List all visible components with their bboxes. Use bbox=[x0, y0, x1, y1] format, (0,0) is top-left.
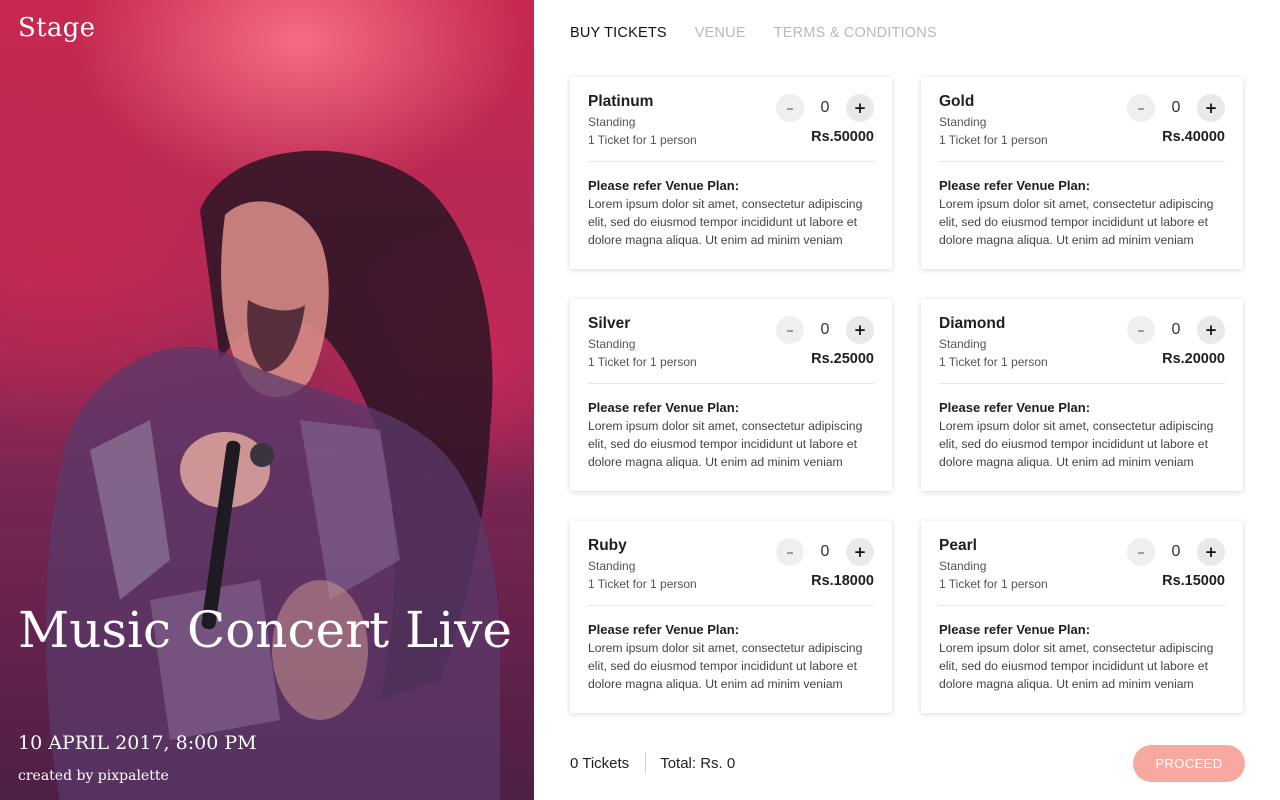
decrement-button[interactable]: – bbox=[776, 94, 804, 122]
ticket-name: Ruby bbox=[588, 537, 627, 554]
ticket-type: Standing bbox=[939, 115, 987, 129]
ticket-card-diamond: Diamond Standing 1 Ticket for 1 person –… bbox=[921, 299, 1243, 491]
increment-button[interactable]: + bbox=[846, 316, 874, 344]
ticket-price: Rs.50000 bbox=[811, 129, 874, 145]
summary-divider bbox=[645, 752, 647, 774]
description-heading: Please refer Venue Plan: bbox=[939, 178, 1091, 193]
description-heading: Please refer Venue Plan: bbox=[588, 400, 740, 415]
ticket-price: Rs.18000 bbox=[811, 573, 874, 589]
description-heading: Please refer Venue Plan: bbox=[588, 622, 740, 637]
ticket-note: 1 Ticket for 1 person bbox=[939, 133, 1048, 147]
description-text: Lorem ipsum dolor sit amet, consectetur … bbox=[588, 197, 863, 247]
quantity-stepper: – 0 + bbox=[776, 316, 874, 344]
ticket-count: 0 Tickets bbox=[570, 754, 630, 772]
ticket-note: 1 Ticket for 1 person bbox=[939, 355, 1048, 369]
description-text: Lorem ipsum dolor sit amet, consectetur … bbox=[588, 419, 863, 469]
quantity-stepper: – 0 + bbox=[1127, 94, 1225, 122]
ticket-note: 1 Ticket for 1 person bbox=[588, 577, 697, 591]
ticket-type: Standing bbox=[939, 337, 987, 351]
divider bbox=[939, 605, 1225, 606]
quantity-stepper: – 0 + bbox=[1127, 538, 1225, 566]
brand-logo[interactable]: Stage bbox=[18, 13, 95, 43]
increment-button[interactable]: + bbox=[1197, 316, 1225, 344]
quantity-stepper: – 0 + bbox=[1127, 316, 1225, 344]
quantity-stepper: – 0 + bbox=[776, 538, 874, 566]
order-total: Total: Rs. 0 bbox=[660, 754, 736, 772]
event-title: Music Concert Live bbox=[18, 601, 513, 659]
increment-button[interactable]: + bbox=[1197, 94, 1225, 122]
ticket-card-silver: Silver Standing 1 Ticket for 1 person – … bbox=[570, 299, 892, 491]
ticket-card-ruby: Ruby Standing 1 Ticket for 1 person – 0 … bbox=[570, 521, 892, 713]
ticket-card-platinum: Platinum Standing 1 Ticket for 1 person … bbox=[570, 77, 892, 269]
divider bbox=[588, 161, 874, 162]
ticket-note: 1 Ticket for 1 person bbox=[588, 355, 697, 369]
ticket-card-gold: Gold Standing 1 Ticket for 1 person – 0 … bbox=[921, 77, 1243, 269]
proceed-button[interactable]: PROCEED bbox=[1133, 745, 1245, 782]
ticket-price: Rs.20000 bbox=[1162, 351, 1225, 367]
divider bbox=[939, 383, 1225, 384]
divider bbox=[939, 161, 1225, 162]
ticket-name: Silver bbox=[588, 315, 631, 332]
credit-text: created by pixpalette bbox=[18, 768, 169, 784]
hero-panel: Stage Music Concert Live 10 APRIL 2017, … bbox=[0, 0, 534, 800]
quantity-stepper: – 0 + bbox=[776, 94, 874, 122]
increment-button[interactable]: + bbox=[1197, 538, 1225, 566]
increment-button[interactable]: + bbox=[846, 538, 874, 566]
ticket-type: Standing bbox=[588, 337, 636, 351]
ticket-price: Rs.25000 bbox=[811, 351, 874, 367]
description-text: Lorem ipsum dolor sit amet, consectetur … bbox=[939, 197, 1214, 247]
tab-bar: BUY TICKETS VENUE TERMS & CONDITIONS bbox=[570, 25, 937, 41]
quantity-value: 0 bbox=[1171, 99, 1181, 116]
ticket-note: 1 Ticket for 1 person bbox=[939, 577, 1048, 591]
singer-photo bbox=[46, 150, 501, 800]
ticket-panel: BUY TICKETS VENUE TERMS & CONDITIONS Pla… bbox=[534, 0, 1280, 800]
ticket-type: Standing bbox=[588, 115, 636, 129]
ticket-note: 1 Ticket for 1 person bbox=[588, 133, 697, 147]
decrement-button[interactable]: – bbox=[1127, 94, 1155, 122]
tab-terms-conditions[interactable]: TERMS & CONDITIONS bbox=[774, 25, 937, 41]
ticket-name: Platinum bbox=[588, 93, 654, 110]
ticket-price: Rs.15000 bbox=[1162, 573, 1225, 589]
description-heading: Please refer Venue Plan: bbox=[939, 400, 1091, 415]
description-heading: Please refer Venue Plan: bbox=[939, 622, 1091, 637]
order-summary: 0 Tickets Total: Rs. 0 bbox=[570, 752, 735, 774]
event-date: 10 APRIL 2017, 8:00 PM bbox=[18, 732, 257, 754]
ticket-card-pearl: Pearl Standing 1 Ticket for 1 person – 0… bbox=[921, 521, 1243, 713]
divider bbox=[588, 383, 874, 384]
decrement-button[interactable]: – bbox=[1127, 538, 1155, 566]
description-text: Lorem ipsum dolor sit amet, consectetur … bbox=[939, 641, 1214, 691]
tab-venue[interactable]: VENUE bbox=[695, 25, 746, 41]
decrement-button[interactable]: – bbox=[776, 316, 804, 344]
ticket-type: Standing bbox=[939, 559, 987, 573]
ticket-name: Gold bbox=[939, 93, 975, 110]
decrement-button[interactable]: – bbox=[776, 538, 804, 566]
divider bbox=[588, 605, 874, 606]
quantity-value: 0 bbox=[820, 321, 830, 338]
ticket-name: Pearl bbox=[939, 537, 977, 554]
ticket-type: Standing bbox=[588, 559, 636, 573]
description-heading: Please refer Venue Plan: bbox=[588, 178, 740, 193]
ticket-price: Rs.40000 bbox=[1162, 129, 1225, 145]
quantity-value: 0 bbox=[820, 99, 830, 116]
tab-buy-tickets[interactable]: BUY TICKETS bbox=[570, 25, 667, 41]
increment-button[interactable]: + bbox=[846, 94, 874, 122]
quantity-value: 0 bbox=[1171, 543, 1181, 560]
decrement-button[interactable]: – bbox=[1127, 316, 1155, 344]
quantity-value: 0 bbox=[1171, 321, 1181, 338]
description-text: Lorem ipsum dolor sit amet, consectetur … bbox=[939, 419, 1214, 469]
quantity-value: 0 bbox=[820, 543, 830, 560]
ticket-name: Diamond bbox=[939, 315, 1006, 332]
description-text: Lorem ipsum dolor sit amet, consectetur … bbox=[588, 641, 863, 691]
